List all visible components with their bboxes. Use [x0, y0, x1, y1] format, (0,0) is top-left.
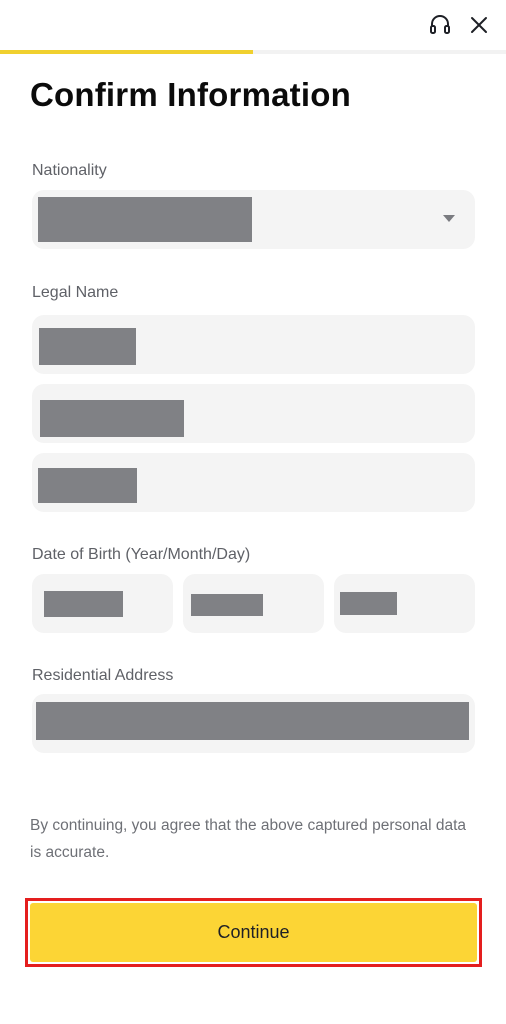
- legal-name-label: Legal Name: [32, 284, 119, 301]
- dob-month-field[interactable]: [183, 574, 324, 633]
- consent-note: By continuing, you agree that the above …: [30, 817, 467, 861]
- top-bar: [0, 0, 506, 52]
- nationality-select[interactable]: [32, 190, 475, 249]
- legal-name-field-3[interactable]: [32, 453, 475, 512]
- dob-month-redacted: [191, 594, 263, 616]
- address-field[interactable]: [32, 694, 475, 753]
- legal-name-field-1[interactable]: [32, 315, 475, 374]
- dob-label: Date of Birth (Year/Month/Day): [32, 546, 251, 563]
- nationality-label: Nationality: [32, 162, 107, 179]
- address-redacted: [36, 702, 469, 740]
- caret-down-icon: [443, 215, 455, 222]
- headset-icon[interactable]: [425, 10, 455, 40]
- progress-bar: [0, 50, 506, 54]
- legal-name-3-redacted: [38, 468, 137, 503]
- legal-name-field-2[interactable]: [32, 384, 475, 443]
- continue-button[interactable]: Continue: [30, 903, 477, 962]
- page-title: Confirm Information: [30, 76, 351, 113]
- dob-day-field[interactable]: [334, 574, 475, 633]
- close-icon[interactable]: [464, 10, 494, 40]
- address-label: Residential Address: [32, 667, 174, 684]
- dob-day-redacted: [340, 592, 397, 615]
- nationality-value-redacted: [38, 197, 252, 242]
- progress-fill: [0, 50, 253, 54]
- dob-year-field[interactable]: [32, 574, 173, 633]
- legal-name-2-redacted: [40, 400, 184, 437]
- dob-year-redacted: [44, 591, 123, 617]
- legal-name-1-redacted: [39, 328, 136, 365]
